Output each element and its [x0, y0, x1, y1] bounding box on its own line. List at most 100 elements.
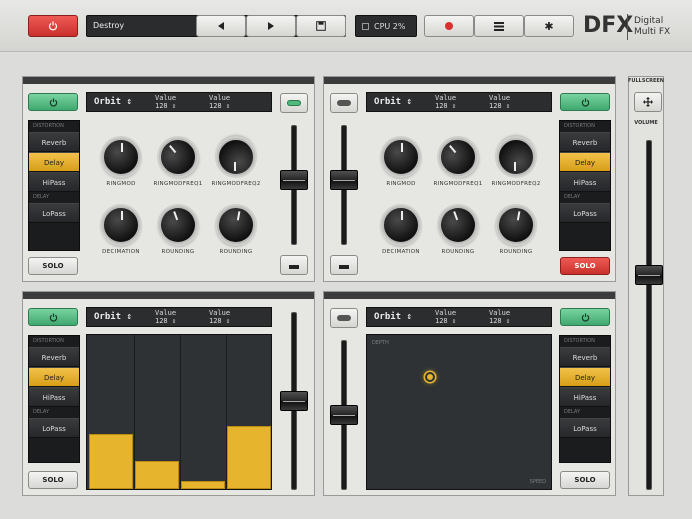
record-icon: [445, 22, 453, 30]
panel3-effect-list[interactable]: DISTORTION Reverb Delay HiPass DELAY LoP…: [28, 335, 80, 463]
value-number: 128: [435, 102, 448, 110]
power-button[interactable]: [28, 15, 78, 37]
save-preset-button[interactable]: [296, 15, 346, 37]
effect-item[interactable]: HiPass: [560, 172, 610, 192]
knob[interactable]: [102, 138, 140, 176]
settings-button[interactable]: ✱: [524, 15, 574, 37]
panel3-solo-button[interactable]: SOLO: [28, 471, 78, 489]
panel1-routing-toggle[interactable]: [280, 93, 308, 113]
volume-fader[interactable]: [635, 265, 663, 286]
knob-control[interactable]: RINGMODFREQ1: [151, 130, 205, 187]
panel4-power-button[interactable]: [560, 308, 610, 326]
panel2-value2[interactable]: Value 128 ⇕: [489, 94, 510, 110]
panel2-power-button[interactable]: [560, 93, 610, 111]
panel3-power-button[interactable]: [28, 308, 78, 326]
panel4-preset-bar[interactable]: Orbit ⇕ Value 128 ⇕ Value 128 ⇕: [366, 307, 552, 327]
knob-control[interactable]: RINGMODFREQ2: [490, 138, 542, 187]
panel1-solo-button[interactable]: SOLO: [28, 257, 78, 275]
effect-item-selected[interactable]: Delay: [29, 367, 79, 387]
knob[interactable]: [493, 202, 539, 248]
panel2-bottom-toggle[interactable]: [330, 255, 358, 275]
knob[interactable]: [151, 130, 205, 184]
panel3-value2[interactable]: Value 128 ⇕: [209, 309, 230, 325]
effect-item-selected[interactable]: Delay: [29, 152, 79, 172]
knob-control[interactable]: DECIMATION: [95, 206, 147, 255]
panel2-value1[interactable]: Value 128 ⇕: [435, 94, 456, 110]
effect-item[interactable]: Reverb: [560, 132, 610, 152]
xy-axis-label-depth: DEPTH: [372, 340, 389, 346]
panel1-effect-list[interactable]: DISTORTION Reverb Delay HiPass DELAY LoP…: [28, 120, 80, 251]
knob[interactable]: [153, 200, 203, 250]
step-sequencer[interactable]: [86, 334, 272, 490]
value-label: Value: [435, 309, 457, 317]
knob-control[interactable]: RINGMODFREQ1: [431, 130, 485, 187]
panel2-preset-text: Orbit: [374, 97, 402, 107]
knob[interactable]: [102, 206, 140, 244]
knob-control[interactable]: RINGMODFREQ2: [210, 138, 262, 187]
xy-cursor[interactable]: [424, 371, 435, 382]
xy-pad[interactable]: DEPTH SPEED: [366, 334, 552, 490]
step-bar[interactable]: [89, 433, 133, 489]
effect-item[interactable]: LoPass: [560, 418, 610, 438]
value-label: Value: [489, 309, 511, 317]
knob[interactable]: [431, 130, 485, 184]
menu-icon: [494, 21, 504, 31]
panel3-fader[interactable]: [280, 391, 308, 411]
value-label: Value: [155, 309, 177, 317]
knob-control[interactable]: RINGMOD: [375, 138, 427, 187]
knob-control[interactable]: ROUNDING: [210, 202, 262, 255]
knob[interactable]: [497, 138, 535, 176]
panel1-fader[interactable]: [280, 170, 308, 190]
panel1-bottom-toggle[interactable]: [280, 255, 308, 275]
panel2-preset-bar[interactable]: Orbit ⇕ Value 128 ⇕ Value 128 ⇕: [366, 92, 552, 112]
step-bar[interactable]: [135, 461, 179, 489]
effect-item[interactable]: Reverb: [29, 132, 79, 152]
knob-control[interactable]: ROUNDING: [152, 200, 204, 255]
panel3-value1[interactable]: Value 128 ⇕: [155, 309, 176, 325]
knob[interactable]: [213, 202, 259, 248]
panel1-value2[interactable]: Value 128 ⇕: [209, 94, 230, 110]
effect-item[interactable]: LoPass: [29, 203, 79, 223]
panel2-solo-button[interactable]: SOLO: [560, 257, 610, 275]
next-preset-button[interactable]: [246, 15, 296, 37]
panel4-routing-toggle[interactable]: [330, 308, 358, 328]
category-label: DISTORTION: [33, 338, 64, 344]
panel4-effect-list[interactable]: DISTORTION Reverb Delay HiPass DELAY LoP…: [559, 335, 611, 463]
panel2-fader[interactable]: [330, 170, 358, 190]
knob[interactable]: [433, 200, 483, 250]
panel4-fader[interactable]: [330, 405, 358, 425]
effect-item-selected[interactable]: Delay: [560, 152, 610, 172]
menu-button[interactable]: [474, 15, 524, 37]
knob[interactable]: [382, 206, 420, 244]
effect-item[interactable]: HiPass: [560, 387, 610, 407]
knob-control[interactable]: ROUNDING: [432, 200, 484, 255]
knob-control[interactable]: DECIMATION: [375, 206, 427, 255]
knob-label: RINGMODFREQ2: [211, 181, 261, 187]
panel1-value1[interactable]: Value 128 ⇕: [155, 94, 176, 110]
effect-item[interactable]: LoPass: [560, 203, 610, 223]
fullscreen-button[interactable]: [634, 92, 662, 112]
panel2-routing-toggle[interactable]: [330, 93, 358, 113]
step-bar[interactable]: [181, 481, 225, 489]
knob-control[interactable]: RINGMOD: [95, 138, 147, 187]
knob[interactable]: [217, 138, 255, 176]
knob[interactable]: [382, 138, 420, 176]
effect-item[interactable]: HiPass: [29, 387, 79, 407]
knob-control[interactable]: ROUNDING: [490, 202, 542, 255]
record-button[interactable]: [424, 15, 474, 37]
effect-item[interactable]: HiPass: [29, 172, 79, 192]
panel4-solo-button[interactable]: SOLO: [560, 471, 610, 489]
cpu-checkbox-icon: [362, 23, 369, 30]
step-bar[interactable]: [227, 425, 271, 489]
panel2-effect-list[interactable]: DISTORTION Reverb Delay HiPass DELAY LoP…: [559, 120, 611, 251]
panel3-preset-bar[interactable]: Orbit ⇕ Value 128 ⇕ Value 128 ⇕: [86, 307, 272, 327]
effect-item[interactable]: LoPass: [29, 418, 79, 438]
effect-item[interactable]: Reverb: [29, 347, 79, 367]
prev-preset-button[interactable]: [196, 15, 246, 37]
panel1-power-button[interactable]: [28, 93, 78, 111]
effect-item-selected[interactable]: Delay: [560, 367, 610, 387]
panel4-value1[interactable]: Value 128 ⇕: [435, 309, 456, 325]
panel4-value2[interactable]: Value 128 ⇕: [489, 309, 510, 325]
panel1-preset-bar[interactable]: Orbit ⇕ Value 128 ⇕ Value 128 ⇕: [86, 92, 272, 112]
effect-item[interactable]: Reverb: [560, 347, 610, 367]
